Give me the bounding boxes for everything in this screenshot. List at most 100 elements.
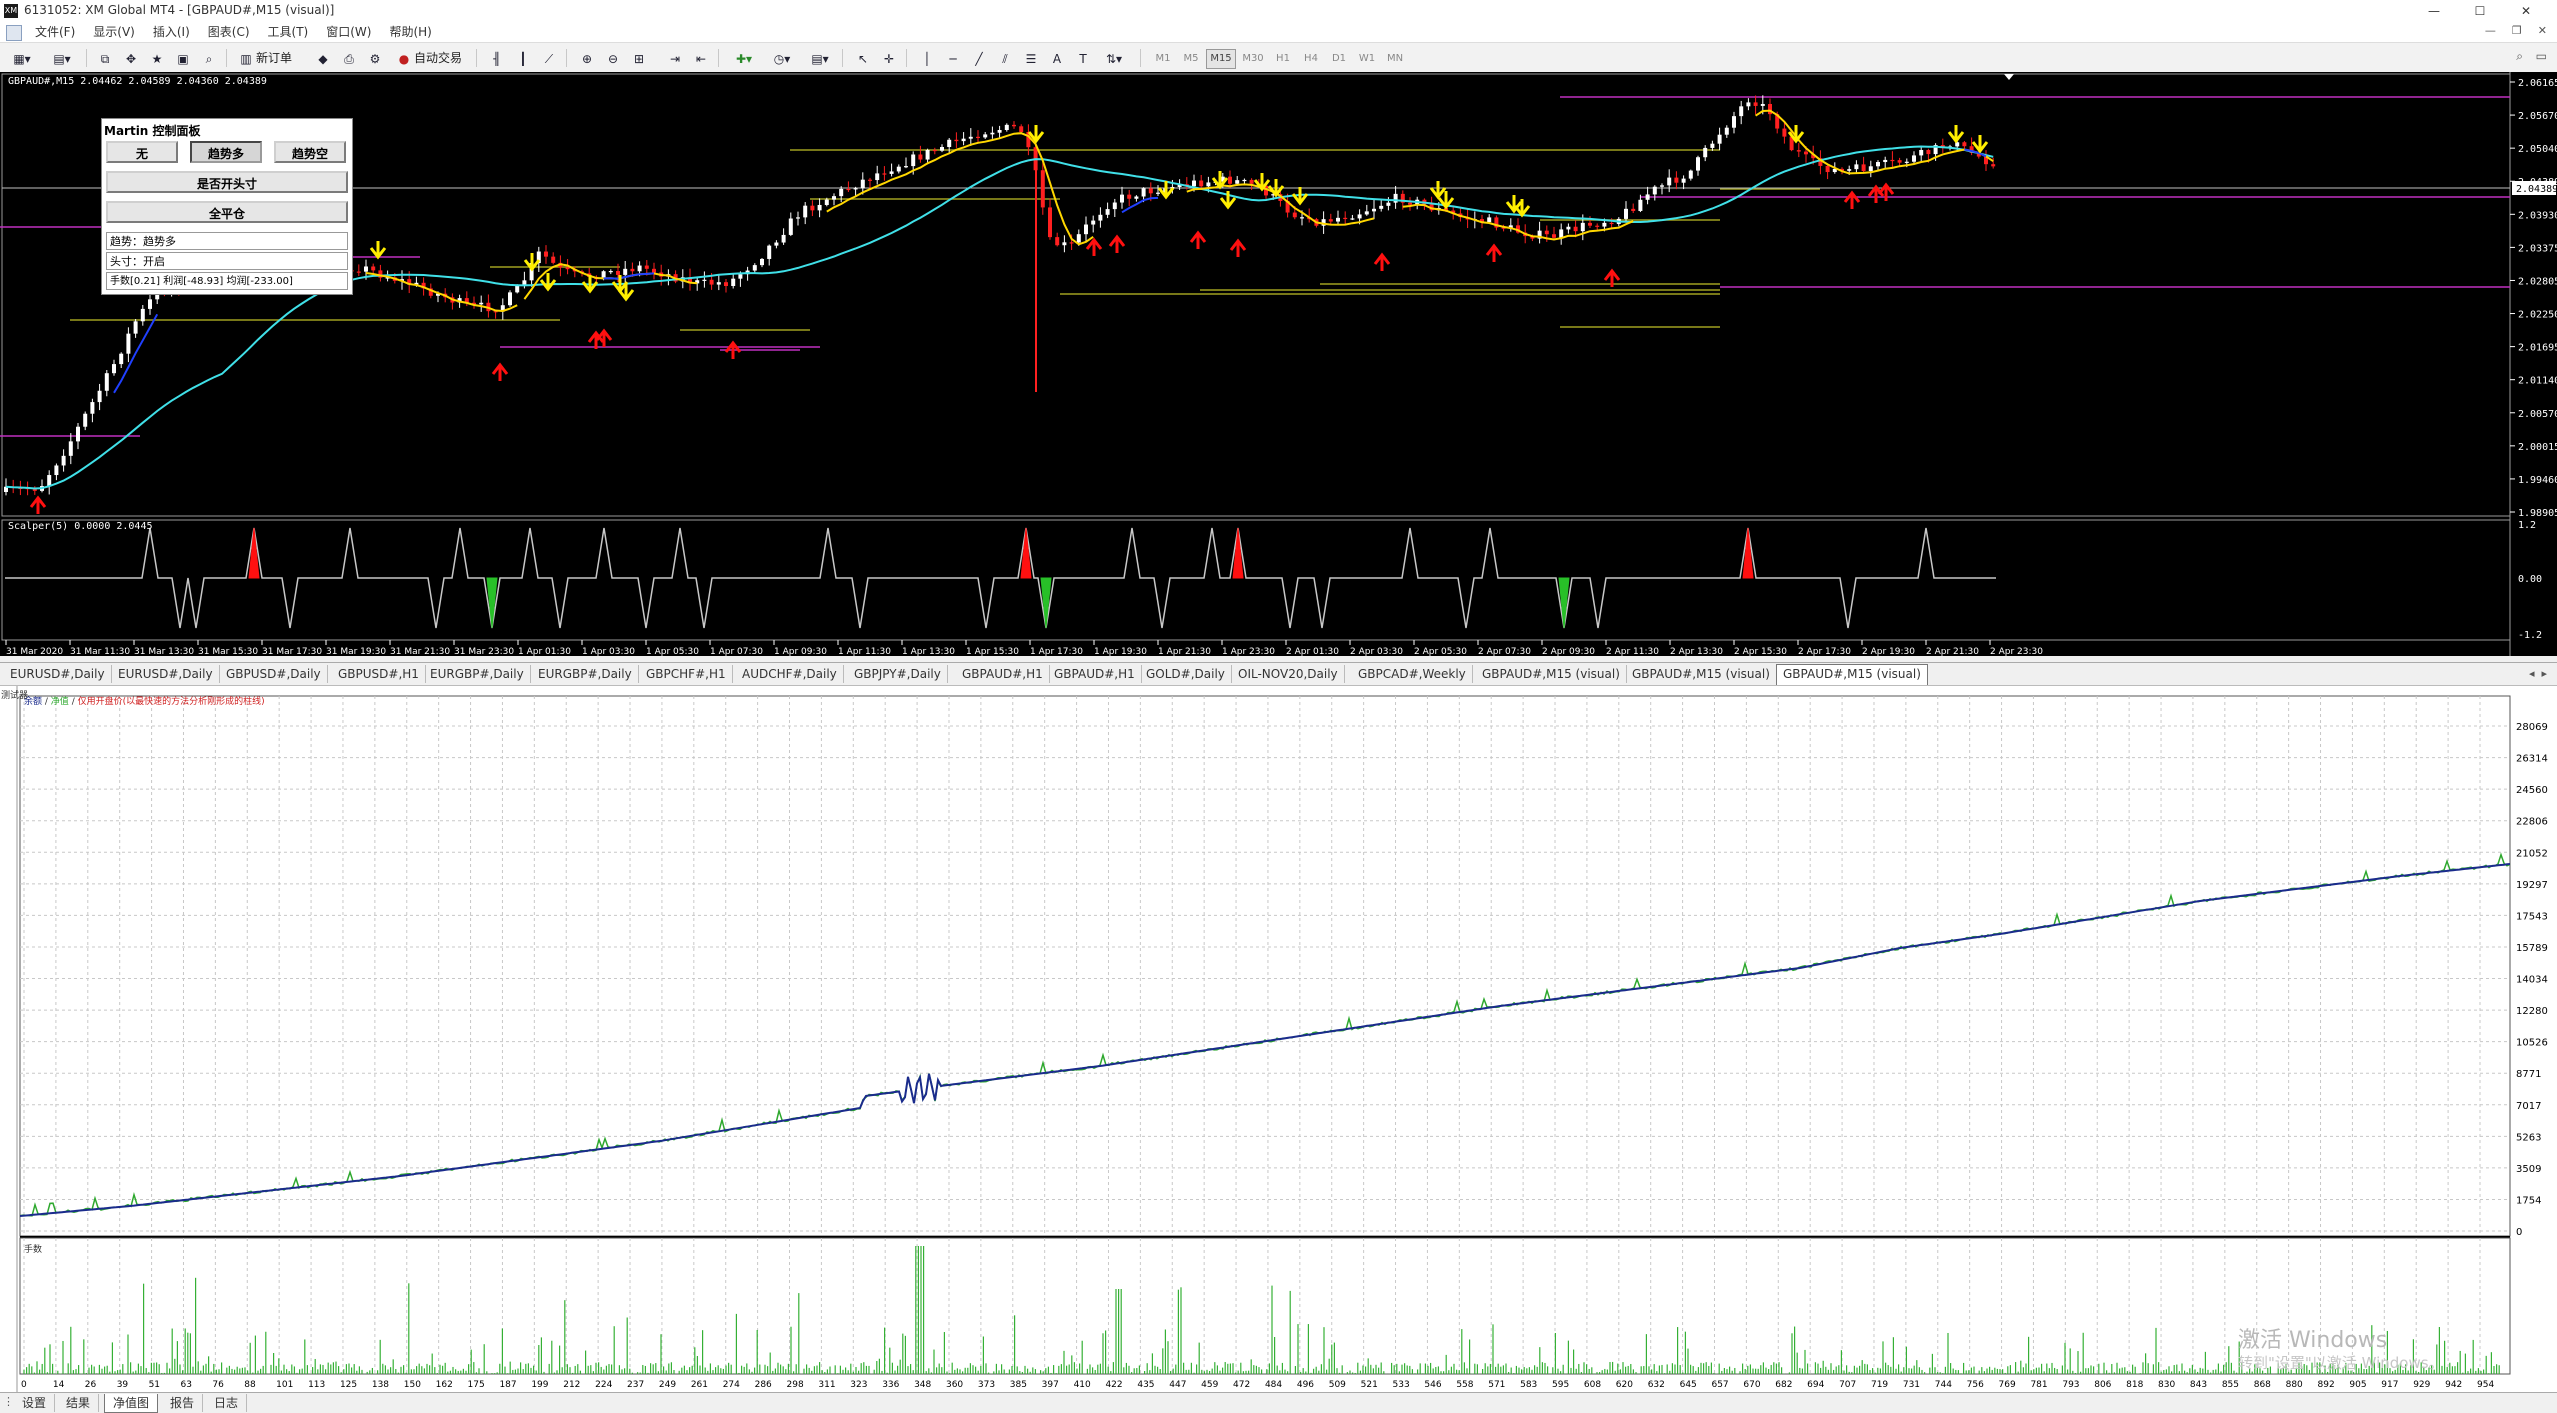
chart-tab[interactable]: GBPAUD#,M15 (visual) bbox=[1626, 665, 1777, 683]
data-window-icon[interactable]: ✥ bbox=[120, 49, 142, 69]
new-chart-icon[interactable]: ▦▾ bbox=[6, 49, 38, 69]
menu-charts[interactable]: 图表(C) bbox=[199, 22, 259, 42]
chart-tab[interactable]: GBPAUD#,H1 bbox=[1048, 665, 1142, 683]
candle-body bbox=[1696, 157, 1700, 171]
maximize-button[interactable]: ☐ bbox=[2457, 1, 2503, 21]
metaeditor-icon[interactable]: ◆ bbox=[312, 49, 334, 69]
menu-view[interactable]: 显示(V) bbox=[84, 22, 144, 42]
chart-tab[interactable]: GOLD#,Daily bbox=[1140, 665, 1232, 683]
bar-chart-icon[interactable]: ╢ bbox=[486, 49, 508, 69]
mdi-restore-button[interactable]: ❐ bbox=[2512, 24, 2522, 37]
document-icon[interactable] bbox=[6, 25, 22, 41]
signals-icon[interactable]: ⚙ bbox=[364, 49, 386, 69]
new-order-button[interactable]: 新订单 bbox=[256, 49, 292, 67]
trade-tick-label: 162 bbox=[436, 1380, 453, 1390]
tab-nav[interactable]: ◂ ▸ bbox=[2529, 667, 2547, 680]
menu-insert[interactable]: 插入(I) bbox=[144, 22, 199, 42]
menu-tools[interactable]: 工具(T) bbox=[259, 22, 318, 42]
tab-report[interactable]: 报告 bbox=[162, 1394, 204, 1412]
minimize-button[interactable]: — bbox=[2411, 1, 2457, 21]
chart-tab[interactable]: EURGBP#,Daily bbox=[424, 665, 531, 683]
menu-help[interactable]: 帮助(H) bbox=[380, 22, 440, 42]
vertical-line-icon[interactable]: │ bbox=[916, 49, 938, 69]
new-order-icon[interactable]: ▥ bbox=[236, 49, 256, 69]
indicators-icon[interactable]: ✚▾ bbox=[728, 49, 760, 69]
autoscroll-icon[interactable]: ⇥ bbox=[664, 49, 686, 69]
chart-tab[interactable]: GBPAUD#,M15 (visual) bbox=[1776, 664, 1928, 685]
chart-tab[interactable]: GBPJPY#,Daily bbox=[848, 665, 948, 683]
tab-graph[interactable]: 净值图 bbox=[104, 1394, 159, 1413]
tab-settings[interactable]: 设置 bbox=[14, 1394, 56, 1412]
tester-icon[interactable]: ⌕ bbox=[198, 49, 220, 69]
terminal-icon[interactable]: ▣ bbox=[172, 49, 194, 69]
chart-tab[interactable]: GBPUSD#,H1 bbox=[332, 665, 426, 683]
periods-icon[interactable]: ◷▾ bbox=[766, 49, 798, 69]
search-icon[interactable]: ⌕ bbox=[2516, 49, 2523, 64]
chart-tab[interactable]: GBPAUD#,M15 (visual) bbox=[1476, 665, 1627, 683]
candle-body bbox=[716, 282, 721, 285]
timeframe-mn[interactable]: MN bbox=[1382, 49, 1408, 69]
tab-results[interactable]: 结果 bbox=[58, 1394, 100, 1412]
price-chart[interactable]: 2.06165 2.05670 2.05040 2.04389 2.03930 2.033… bbox=[0, 72, 2557, 656]
timeframe-m15[interactable]: M15 bbox=[1206, 49, 1236, 69]
chart-tab[interactable]: GBPAUD#,H1 bbox=[956, 665, 1050, 683]
tile-windows-icon[interactable]: ⊞ bbox=[628, 49, 650, 69]
zoom-in-icon[interactable]: ⊕ bbox=[576, 49, 598, 69]
timeframe-d1[interactable]: D1 bbox=[1326, 49, 1352, 69]
mdi-minimize-button[interactable]: — bbox=[2485, 24, 2496, 37]
zoom-out-icon[interactable]: ⊖ bbox=[602, 49, 624, 69]
equity-graph[interactable]: 28069 26314 24560 22806 21052 19297 17543 15789… bbox=[0, 686, 2557, 1392]
timeframe-m1[interactable]: M1 bbox=[1150, 49, 1176, 69]
mdi-close-button[interactable]: ✕ bbox=[2538, 24, 2547, 37]
tab-journal[interactable]: 日志 bbox=[206, 1394, 248, 1412]
line-chart-icon[interactable]: ⟋ bbox=[538, 49, 560, 69]
tab-next-icon[interactable]: ▸ bbox=[2541, 667, 2547, 680]
chart-tab[interactable]: AUDCHF#,Daily bbox=[736, 665, 844, 683]
chart-shift-icon[interactable]: ⇤ bbox=[690, 49, 712, 69]
market-watch-icon[interactable]: ⧉ bbox=[94, 49, 116, 69]
balance-equity-lines bbox=[19, 852, 2511, 1217]
menu-file[interactable]: 文件(F) bbox=[26, 22, 84, 42]
price-chart-window[interactable]: 2.06165 2.05670 2.05040 2.04389 2.03930 2.033… bbox=[0, 72, 2557, 656]
trend-none-button[interactable]: 无 bbox=[106, 141, 178, 163]
print-icon[interactable]: ⎙ bbox=[338, 49, 360, 69]
chat-icon[interactable]: ▭ bbox=[2536, 49, 2547, 63]
cursor-icon[interactable]: ↖ bbox=[852, 49, 874, 69]
grip-icon[interactable]: ⋮ bbox=[3, 1395, 14, 1408]
profiles-icon[interactable]: ▤▾ bbox=[46, 49, 78, 69]
horizontal-line-icon[interactable]: ─ bbox=[942, 49, 964, 69]
timeframe-h4[interactable]: H4 bbox=[1298, 49, 1324, 69]
close-button[interactable]: ✕ bbox=[2503, 1, 2549, 21]
channel-icon[interactable]: ⫽ bbox=[994, 49, 1016, 69]
chart-tab[interactable]: OIL-NOV20,Daily bbox=[1232, 665, 1345, 683]
trend-long-button[interactable]: 趋势多 bbox=[190, 141, 262, 163]
text-icon[interactable]: A bbox=[1046, 49, 1068, 69]
fibonacci-icon[interactable]: ☰ bbox=[1020, 49, 1042, 69]
chart-tab[interactable]: EURUSD#,Daily bbox=[4, 665, 112, 683]
trendline-icon[interactable]: ╱ bbox=[968, 49, 990, 69]
buy-arrow-icon bbox=[491, 362, 509, 381]
chart-tab[interactable]: GBPUSD#,Daily bbox=[220, 665, 328, 683]
text-label-icon[interactable]: T bbox=[1072, 49, 1094, 69]
tab-prev-icon[interactable]: ◂ bbox=[2529, 667, 2535, 680]
templates-icon[interactable]: ▤▾ bbox=[804, 49, 836, 69]
candle-body bbox=[954, 139, 959, 142]
chart-tab[interactable]: GBPCHF#,H1 bbox=[640, 665, 733, 683]
auto-trading-icon[interactable]: ● bbox=[394, 49, 414, 69]
timeframe-m30[interactable]: M30 bbox=[1238, 49, 1268, 69]
arrows-icon[interactable]: ⇅▾ bbox=[1098, 49, 1130, 69]
open-position-button[interactable]: 是否开头寸 bbox=[106, 171, 348, 193]
timeframe-h1[interactable]: H1 bbox=[1270, 49, 1296, 69]
navigator-icon[interactable]: ★ bbox=[146, 49, 168, 69]
chart-tab[interactable]: GBPCAD#,Weekly bbox=[1352, 665, 1473, 683]
trend-short-button[interactable]: 趋势空 bbox=[274, 141, 346, 163]
chart-tab[interactable]: EURGBP#,Daily bbox=[532, 665, 639, 683]
auto-trading-button[interactable]: 自动交易 bbox=[414, 49, 462, 67]
candlestick-icon[interactable]: ┃ bbox=[512, 49, 534, 69]
chart-tab[interactable]: EURUSD#,Daily bbox=[112, 665, 220, 683]
crosshair-icon[interactable]: ✛ bbox=[878, 49, 900, 69]
timeframe-m5[interactable]: M5 bbox=[1178, 49, 1204, 69]
close-all-button[interactable]: 全平仓 bbox=[106, 201, 348, 223]
timeframe-w1[interactable]: W1 bbox=[1354, 49, 1380, 69]
menu-window[interactable]: 窗口(W) bbox=[317, 22, 380, 42]
